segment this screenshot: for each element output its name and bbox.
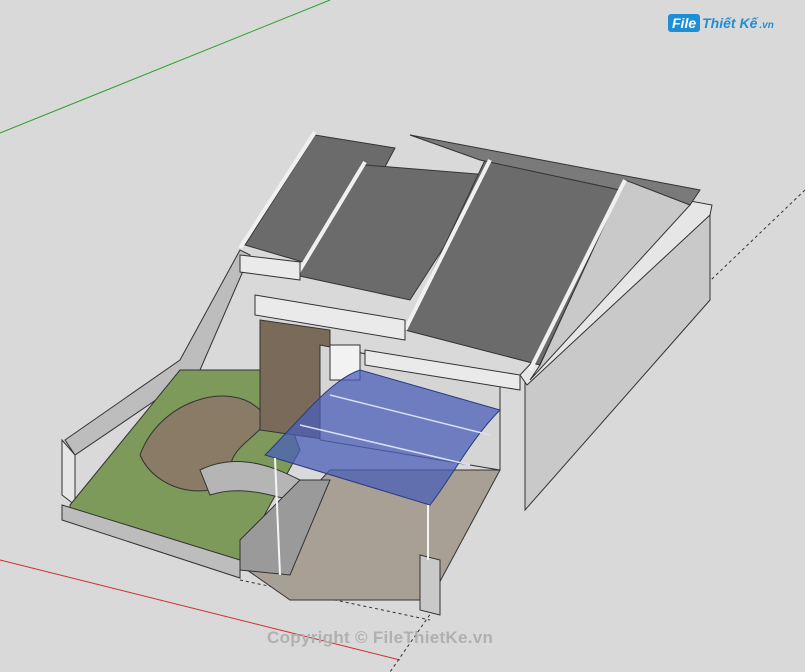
logo-domain-ext: .vn — [759, 19, 774, 31]
logo-brand-text: Thiết Kế — [702, 15, 758, 31]
green-axis-line — [0, 0, 331, 134]
3d-house-model-viewport[interactable] — [0, 0, 805, 672]
logo-file-badge: File — [668, 14, 701, 32]
filethietke-logo: File Thiết Kế .vn — [668, 14, 774, 32]
copyright-watermark: Copyright © FileThietKe.vn — [267, 628, 494, 647]
right-front-pillar — [419, 554, 441, 616]
